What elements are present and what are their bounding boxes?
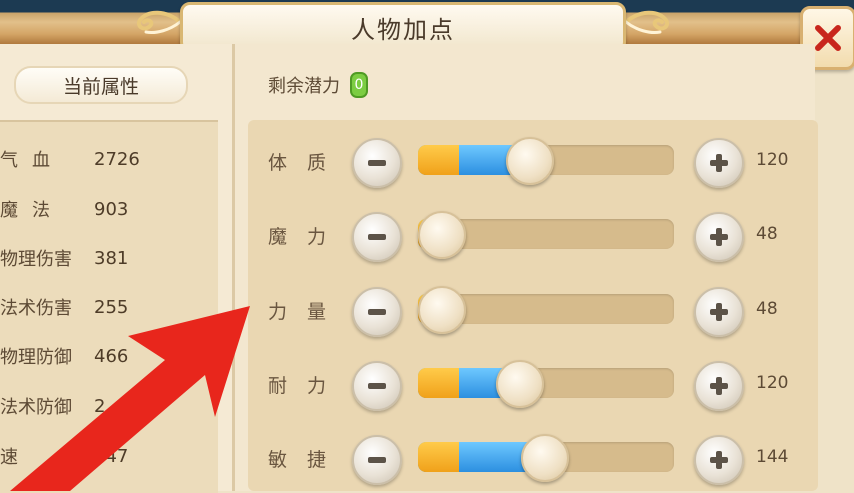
annotation-arrow-icon xyxy=(10,306,250,491)
